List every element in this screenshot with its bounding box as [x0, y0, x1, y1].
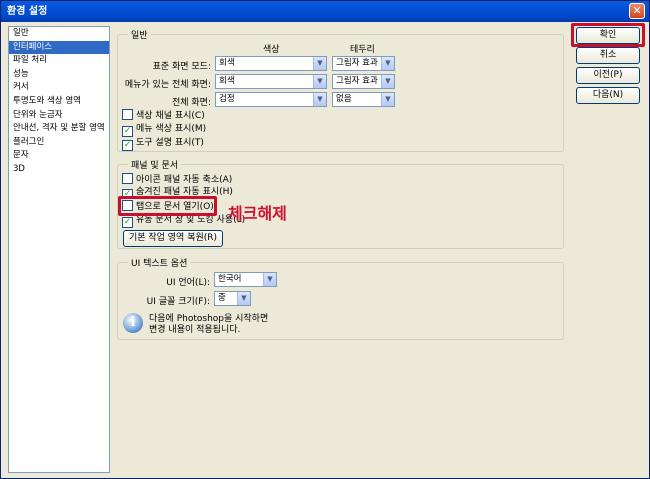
- chevron-down-icon: ▼: [263, 273, 276, 286]
- annotation-highlight-box: [118, 196, 217, 216]
- standard-screen-mode-label: 표준 화면 모드:: [152, 62, 211, 72]
- ui-text-options-legend: UI 텍스트 옵션: [128, 256, 191, 269]
- standard-screen-border-select[interactable]: 그림자 효과 ▼: [332, 56, 395, 71]
- full-screen-menus-color-value: 회색: [219, 76, 235, 86]
- checkmark-icon[interactable]: ✓: [122, 140, 133, 151]
- annotation-uncheck-text: 체크해제: [228, 204, 287, 223]
- ui-font-size-value: 중: [218, 293, 226, 303]
- full-screen-menus-color-select[interactable]: 회색 ▼: [215, 74, 327, 89]
- checkbox-box[interactable]: [122, 109, 133, 120]
- full-screen-border-select[interactable]: 없음 ▼: [332, 92, 395, 107]
- close-icon[interactable]: ✕: [629, 3, 645, 19]
- standard-screen-color-value: 회색: [219, 58, 235, 68]
- chevron-down-icon: ▼: [313, 75, 326, 88]
- show-menu-colors-checkbox[interactable]: ✓ 메뉴 색상 표시(M): [122, 123, 207, 137]
- category-item-units[interactable]: 단위와 눈금자: [9, 109, 109, 123]
- category-item-3d[interactable]: 3D: [9, 163, 109, 177]
- auto-collapse-icon-panels-checkbox[interactable]: 아이콘 패널 자동 축소(A): [122, 173, 232, 186]
- chevron-down-icon: ▼: [381, 75, 394, 88]
- restart-note-line2: 변경 내용이 적용됩니다.: [149, 325, 241, 335]
- category-item-interface[interactable]: 인터페이스: [9, 40, 109, 55]
- title-bar[interactable]: 환경 설정 ✕: [1, 1, 649, 22]
- ui-font-size-label: UI 글꼴 크기(F):: [146, 297, 210, 307]
- show-tool-tips-label: 도구 설명 표시(T): [136, 138, 204, 148]
- cancel-button[interactable]: 취소: [576, 47, 640, 64]
- standard-screen-border-value: 그림자 효과: [336, 58, 378, 68]
- standard-screen-color-select[interactable]: 회색 ▼: [215, 56, 327, 71]
- chevron-down-icon: ▼: [381, 93, 394, 106]
- full-screen-label: 전체 화면:: [171, 98, 211, 108]
- full-screen-menus-border-value: 그림자 효과: [336, 76, 378, 86]
- chevron-down-icon: ▼: [381, 57, 394, 70]
- category-item-performance[interactable]: 성능: [9, 68, 109, 82]
- ok-button[interactable]: 확인: [576, 27, 640, 44]
- full-screen-menus-label: 메뉴가 있는 전체 화면:: [124, 80, 211, 90]
- full-screen-border-value: 없음: [336, 94, 352, 104]
- ui-language-select[interactable]: 한국어 ▼: [214, 272, 277, 287]
- prev-button[interactable]: 이전(P): [576, 67, 640, 84]
- category-item-type[interactable]: 문자: [9, 149, 109, 163]
- category-item-cursors[interactable]: 커서: [9, 81, 109, 95]
- reset-workspace-button[interactable]: 기본 작업 영역 복원(R): [123, 230, 223, 247]
- next-button[interactable]: 다음(N): [576, 87, 640, 104]
- show-tool-tips-checkbox[interactable]: ✓ 도구 설명 표시(T): [122, 137, 204, 151]
- full-screen-color-value: 검정: [219, 94, 235, 104]
- ui-font-size-select[interactable]: 중 ▼: [214, 291, 251, 306]
- color-column-header: 색상: [263, 45, 280, 55]
- show-channels-in-color-checkbox[interactable]: 색상 채널 표시(C): [122, 109, 205, 122]
- checkmark-icon[interactable]: ✓: [122, 217, 133, 228]
- category-item-file-handling[interactable]: 파일 처리: [9, 54, 109, 68]
- checkbox-box[interactable]: [122, 173, 133, 184]
- category-list[interactable]: 일반 인터페이스 파일 처리 성능 커서 투명도와 색상 영역 단위와 눈금자 …: [8, 26, 110, 473]
- category-item-guides[interactable]: 안내선, 격자 및 분할 영역: [9, 122, 109, 136]
- full-screen-menus-border-select[interactable]: 그림자 효과 ▼: [332, 74, 395, 89]
- show-channels-in-color-label: 색상 채널 표시(C): [136, 111, 205, 121]
- category-item-general[interactable]: 일반: [9, 27, 109, 41]
- show-menu-colors-label: 메뉴 색상 표시(M): [136, 124, 207, 134]
- full-screen-color-select[interactable]: 검정 ▼: [215, 92, 327, 107]
- chevron-down-icon: ▼: [313, 57, 326, 70]
- category-item-plugins[interactable]: 플러그인: [9, 136, 109, 150]
- ui-language-label: UI 언어(L):: [166, 278, 210, 288]
- checkmark-icon[interactable]: ✓: [122, 126, 133, 137]
- auto-collapse-icon-panels-label: 아이콘 패널 자동 축소(A): [136, 175, 233, 185]
- general-group-legend: 일반: [128, 28, 151, 41]
- ui-language-value: 한국어: [218, 274, 242, 284]
- info-icon: i: [123, 313, 143, 333]
- preferences-dialog: 환경 설정 ✕ 일반 인터페이스 파일 처리 성능 커서 투명도와 색상 영역 …: [0, 0, 650, 479]
- border-column-header: 테두리: [350, 45, 375, 55]
- category-item-transparency[interactable]: 투명도와 색상 영역: [9, 95, 109, 109]
- window-title: 환경 설정: [7, 6, 48, 17]
- panels-documents-legend: 패널 및 문서: [128, 158, 182, 171]
- chevron-down-icon: ▼: [237, 292, 250, 305]
- chevron-down-icon: ▼: [313, 93, 326, 106]
